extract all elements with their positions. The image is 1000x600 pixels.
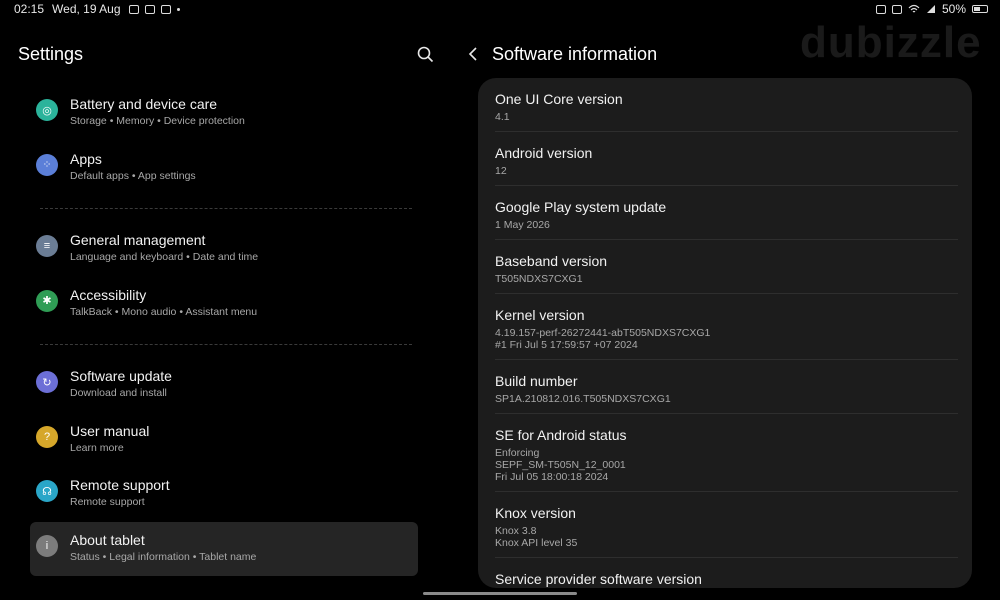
headset-icon: ☊ [36, 480, 58, 502]
settings-item-title: Battery and device care [70, 96, 218, 112]
settings-item-subtitle: Language and keyboard • Date and time [70, 251, 259, 263]
section-divider [30, 331, 418, 358]
info-row-baseband-version[interactable]: Baseband version T505NDXS7CXG1 [495, 240, 958, 294]
wifi-icon [908, 4, 920, 13]
info-row-value: 4.19.157-perf-26272441-abT505NDXS7CXG1 [495, 327, 711, 339]
info-row-value: T505NDXS7CXG1 [495, 273, 583, 285]
settings-item-subtitle: Default apps • App settings [70, 169, 196, 182]
info-row-value: Enforcing [495, 447, 540, 459]
info-row-value: #1 Fri Jul 5 17:59:57 +07 2024 [495, 339, 638, 351]
info-row-title: Android version [495, 145, 593, 161]
settings-item-general-management[interactable]: ≡ General management Language and keyboa… [30, 222, 418, 277]
search-icon [417, 46, 434, 63]
more-notifications-icon [176, 7, 180, 11]
alarm-notification-icon [144, 4, 155, 14]
settings-item-title: Accessibility [70, 286, 147, 303]
info-row-title: SE for Android status [495, 427, 627, 443]
info-row-value: SEPF_SM-T505N_12_0001 [495, 459, 626, 471]
battery-icon [972, 5, 988, 13]
battery-care-icon: ◎ [36, 99, 58, 121]
info-row-value: Fri Jul 05 18:00:18 2024 [495, 471, 609, 483]
info-row-android-version[interactable]: Android version 12 [495, 132, 958, 186]
navigation-gesture-handle[interactable] [423, 592, 577, 595]
software-information-title: Software information [492, 44, 658, 64]
battery-percent: 50% [941, 2, 966, 16]
dubizzle-watermark-logo: dubizzle [800, 18, 982, 67]
settings-title: Settings [18, 44, 84, 64]
info-row-title: One UI Core version [495, 91, 623, 107]
info-row-title: Knox version [495, 505, 576, 521]
info-row-google-play-system-update[interactable]: Google Play system update 1 May 2026 [495, 186, 958, 240]
software-information-list: One UI Core version 4.1 Android version … [478, 78, 972, 588]
settings-item-subtitle: Storage • Memory • Device protection [70, 115, 245, 127]
settings-item-title: User manual [70, 422, 150, 439]
settings-item-title: About tablet [70, 531, 145, 548]
info-row-kernel-version[interactable]: Kernel version 4.19.157-perf-26272441-ab… [495, 294, 958, 360]
info-row-value: 4.1 [495, 111, 510, 123]
status-bar-left: 02:15 Wed, 19 Aug [14, 2, 180, 16]
info-row-knox-version[interactable]: Knox version Knox 3.8 Knox API level 35 [495, 492, 958, 558]
settings-menu: ◎ Battery and device care Storage • Memo… [30, 86, 418, 576]
info-row-se-for-android-status[interactable]: SE for Android status Enforcing SEPF_SM-… [495, 414, 958, 492]
settings-item-about-tablet[interactable]: i About tablet Status • Legal informatio… [30, 521, 418, 576]
date: Wed, 19 Aug [52, 2, 121, 16]
info-row-service-provider-software-version[interactable]: Service provider software version [495, 558, 958, 588]
chevron-left-icon [468, 47, 477, 61]
apps-icon: ⁘ [36, 153, 58, 176]
section-divider [30, 195, 418, 222]
settings-item-subtitle: Remote support [70, 496, 145, 508]
user-manual-icon: ? [36, 425, 58, 448]
info-row-value: 1 May 2026 [495, 219, 550, 231]
mute-status-icon [891, 4, 902, 14]
settings-item-software-update[interactable]: ↻ Software update Download and install [30, 358, 418, 413]
signal-icon [926, 5, 935, 13]
gallery-notification-icon [128, 4, 139, 14]
settings-item-subtitle: Status • Legal information • Tablet name [70, 550, 257, 563]
search-button[interactable] [416, 45, 436, 65]
accessibility-icon: ✱ [36, 289, 58, 312]
info-row-value: 12 [495, 165, 507, 177]
info-row-build-number[interactable]: Build number SP1A.210812.016.T505NDXS7CX… [495, 360, 958, 414]
notification-icons [128, 4, 180, 14]
software-update-icon: ↻ [36, 371, 58, 393]
lock-status-icon [875, 4, 886, 14]
settings-item-accessibility[interactable]: ✱ Accessibility TalkBack • Mono audio • … [30, 277, 418, 332]
info-row-value: SP1A.210812.016.T505NDXS7CXG1 [495, 393, 671, 405]
back-button[interactable] [466, 45, 480, 63]
clock: 02:15 [14, 2, 45, 16]
info-row-one-ui-core-version[interactable]: One UI Core version 4.1 [495, 78, 958, 132]
info-row-value: Knox 3.8 [495, 525, 537, 537]
settings-item-remote-support[interactable]: ☊ Remote support Remote support [30, 467, 418, 522]
settings-item-title: Remote support [70, 477, 170, 493]
info-icon: i [36, 534, 58, 557]
info-row-title: Service provider software version [495, 571, 702, 587]
sliders-icon: ≡ [36, 235, 58, 257]
info-row-title: Build number [495, 373, 578, 389]
settings-item-title: Software update [70, 368, 172, 384]
info-row-title: Baseband version [495, 253, 608, 269]
status-bar: 02:15 Wed, 19 Aug 50% [0, 0, 1000, 18]
settings-item-title: General management [70, 232, 206, 248]
settings-item-subtitle: Download and install [70, 387, 167, 399]
settings-item-title: Apps [70, 150, 102, 167]
info-row-title: Google Play system update [495, 199, 667, 215]
info-row-value: Knox API level 35 [495, 537, 578, 549]
settings-item-subtitle: Learn more [70, 441, 124, 454]
settings-item-battery-and-device-care[interactable]: ◎ Battery and device care Storage • Memo… [30, 86, 418, 141]
status-bar-right: 50% [875, 2, 988, 16]
app-notification-icon [160, 4, 171, 14]
info-row-title: Kernel version [495, 307, 585, 323]
settings-item-apps[interactable]: ⁘ Apps Default apps • App settings [30, 141, 418, 196]
settings-item-subtitle: TalkBack • Mono audio • Assistant menu [70, 305, 258, 318]
settings-item-user-manual[interactable]: ? User manual Learn more [30, 413, 418, 468]
